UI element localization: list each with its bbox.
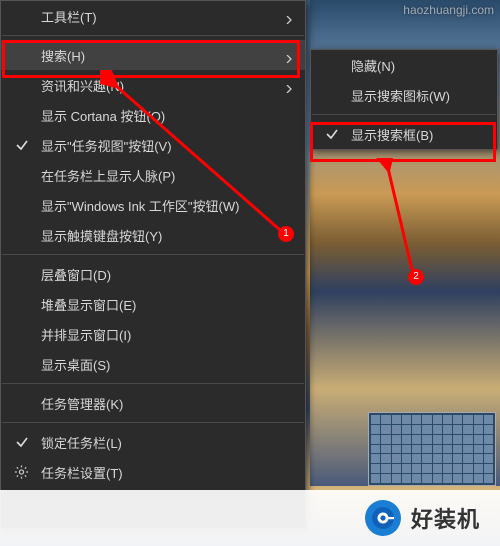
menu-item-news[interactable]: 资讯和兴趣(N) (1, 70, 305, 100)
menu-label: 隐藏(N) (351, 56, 395, 75)
menu-label: 显示触摸键盘按钮(Y) (41, 226, 162, 245)
submenu-item-hidden[interactable]: 隐藏(N) (311, 50, 497, 80)
chevron-right-icon (285, 51, 293, 59)
check-icon (15, 138, 29, 152)
watermark-text: haozhuangji.com (403, 3, 494, 17)
menu-item-stacked[interactable]: 堆叠显示窗口(E) (1, 289, 305, 319)
menu-label: 堆叠显示窗口(E) (41, 295, 136, 314)
menu-label: 显示 Cortana 按钮(O) (41, 106, 165, 125)
separator (2, 35, 304, 36)
taskbar-context-menu: 工具栏(T) 搜索(H) 资讯和兴趣(N) 显示 Cortana 按钮(O) 显… (0, 0, 306, 529)
check-icon (325, 127, 339, 141)
chevron-right-icon (285, 81, 293, 89)
check-icon (15, 435, 29, 449)
menu-label: 工具栏(T) (41, 7, 97, 26)
annotation-badge-2: 2 (408, 269, 424, 285)
menu-label: 搜索(H) (41, 46, 85, 65)
menu-label: 锁定任务栏(L) (41, 433, 122, 452)
gear-icon (14, 465, 29, 480)
menu-item-settings[interactable]: 任务栏设置(T) (1, 457, 305, 487)
menu-item-showdesktop[interactable]: 显示桌面(S) (1, 349, 305, 379)
menu-label: 任务栏设置(T) (41, 463, 123, 482)
menu-item-locktaskbar[interactable]: 锁定任务栏(L) (1, 427, 305, 457)
menu-item-cascade[interactable]: 层叠窗口(D) (1, 259, 305, 289)
chevron-right-icon (285, 12, 293, 20)
menu-label: 显示桌面(S) (41, 355, 110, 374)
menu-item-touchkb[interactable]: 显示触摸键盘按钮(Y) (1, 220, 305, 250)
menu-item-taskmgr[interactable]: 任务管理器(K) (1, 388, 305, 418)
separator (2, 422, 304, 423)
menu-label: 任务管理器(K) (41, 394, 123, 413)
menu-label: 资讯和兴趣(N) (41, 76, 124, 95)
menu-label: 显示搜索框(B) (351, 125, 433, 144)
menu-label: 显示"任务视图"按钮(V) (41, 136, 172, 155)
submenu-item-showbox[interactable]: 显示搜索框(B) (311, 119, 497, 149)
menu-item-toolbars[interactable]: 工具栏(T) (1, 1, 305, 31)
branding-bar: 好装机 (0, 490, 500, 546)
menu-label: 显示"Windows Ink 工作区"按钮(W) (41, 196, 239, 215)
menu-label: 并排显示窗口(I) (41, 325, 131, 344)
brand-logo-icon (365, 500, 401, 536)
submenu-item-showicon[interactable]: 显示搜索图标(W) (311, 80, 497, 110)
search-submenu: 隐藏(N) 显示搜索图标(W) 显示搜索框(B) (310, 49, 498, 150)
menu-item-cortana[interactable]: 显示 Cortana 按钮(O) (1, 100, 305, 130)
taskbar-preview-thumbnail[interactable] (368, 412, 496, 486)
menu-label: 在任务栏上显示人脉(P) (41, 166, 175, 185)
menu-label: 层叠窗口(D) (41, 265, 111, 284)
menu-item-ink[interactable]: 显示"Windows Ink 工作区"按钮(W) (1, 190, 305, 220)
menu-label: 显示搜索图标(W) (351, 86, 450, 105)
menu-item-sidebyside[interactable]: 并排显示窗口(I) (1, 319, 305, 349)
separator (312, 114, 496, 115)
brand-logo-text: 好装机 (411, 502, 480, 534)
menu-item-search[interactable]: 搜索(H) (1, 40, 305, 70)
menu-item-people[interactable]: 在任务栏上显示人脉(P) (1, 160, 305, 190)
separator (2, 383, 304, 384)
annotation-badge-1: 1 (278, 226, 294, 242)
menu-item-taskview[interactable]: 显示"任务视图"按钮(V) (1, 130, 305, 160)
separator (2, 254, 304, 255)
